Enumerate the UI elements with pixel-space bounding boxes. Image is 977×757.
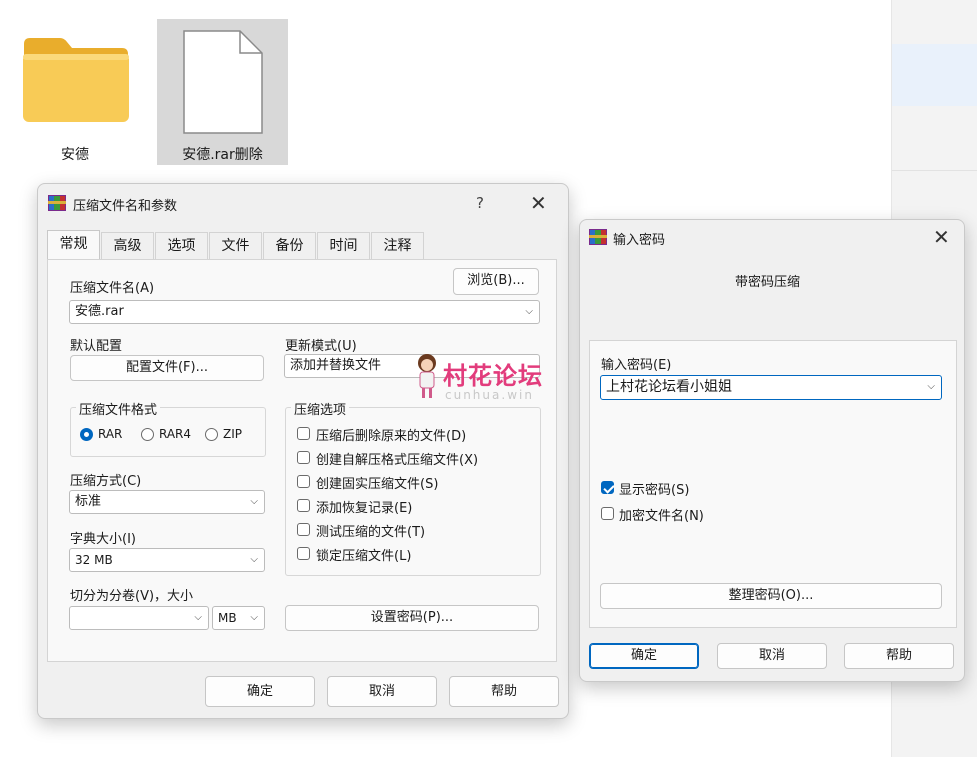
profiles-button[interactable]: 配置文件(F)... <box>70 355 264 381</box>
option-lock-checkbox[interactable] <box>297 547 310 560</box>
chevron-down-icon[interactable]: ⌵ <box>250 491 258 513</box>
dictionary-size-select[interactable]: 32 MB ⌵ <box>69 548 265 572</box>
password-dialog-title: 输入密码 <box>613 233 666 248</box>
help-button[interactable]: 帮助 <box>449 676 559 707</box>
tab-advanced[interactable]: 高级 <box>101 232 154 259</box>
split-volumes-label: 切分为分卷(V)，大小 <box>70 589 194 604</box>
desktop-folder-item[interactable]: 安德 <box>14 22 136 164</box>
password-cancel-button[interactable]: 取消 <box>717 643 827 669</box>
option-test-label: 测试压缩的文件(T) <box>316 525 426 540</box>
set-password-button[interactable]: 设置密码(P)... <box>285 605 539 631</box>
organize-passwords-button[interactable]: 整理密码(O)... <box>600 583 942 609</box>
watermark-subtext: cunhua.win <box>445 388 534 402</box>
default-profile-label: 默认配置 <box>70 339 123 354</box>
winrar-icon <box>589 229 607 245</box>
compression-method-label: 压缩方式(C) <box>70 474 142 489</box>
password-dialog-heading: 带密码压缩 <box>735 275 801 290</box>
compression-method-select[interactable]: 标准 ⌵ <box>69 490 265 514</box>
split-unit-select[interactable]: MB ⌵ <box>212 606 265 630</box>
winrar-icon <box>48 195 66 211</box>
option-test-checkbox[interactable] <box>297 523 310 536</box>
option-recovery-label: 添加恢复记录(E) <box>316 501 413 516</box>
show-password-label: 显示密码(S) <box>619 483 690 498</box>
watermark-text: 村花论坛 <box>443 362 543 390</box>
password-ok-button[interactable]: 确定 <box>589 643 699 669</box>
chevron-down-icon[interactable]: ⌵ <box>250 549 258 571</box>
password-help-button[interactable]: 帮助 <box>844 643 954 669</box>
chevron-down-icon[interactable]: ⌵ <box>194 607 202 629</box>
archive-name-input[interactable]: 安德.rar ⌵ <box>69 300 540 324</box>
chevron-down-icon[interactable]: ⌵ <box>525 301 533 323</box>
watermark-mascot-icon <box>412 352 442 402</box>
split-size-input[interactable]: ⌵ <box>69 606 209 630</box>
archive-format-title: 压缩文件格式 <box>76 399 161 418</box>
option-sfx-label: 创建自解压格式压缩文件(X) <box>316 453 479 468</box>
close-icon[interactable]: ✕ <box>530 191 547 215</box>
cancel-button[interactable]: 取消 <box>327 676 437 707</box>
chevron-down-icon[interactable]: ⌵ <box>927 376 935 398</box>
option-solid-label: 创建固实压缩文件(S) <box>316 477 439 492</box>
dictionary-size-label: 字典大小(I) <box>70 532 136 547</box>
format-rar4-radio[interactable] <box>141 428 154 441</box>
browse-button[interactable]: 浏览(B)... <box>453 268 539 295</box>
tab-options[interactable]: 选项 <box>155 232 208 259</box>
option-delete-after-checkbox[interactable] <box>297 427 310 440</box>
encrypt-filenames-checkbox[interactable] <box>601 507 614 520</box>
option-recovery-checkbox[interactable] <box>297 499 310 512</box>
archive-name-label: 压缩文件名(A) <box>70 281 155 296</box>
format-rar4-label: RAR4 <box>159 427 192 441</box>
ok-button[interactable]: 确定 <box>205 676 315 707</box>
password-value: 上村花论坛看小姐姐 <box>606 379 732 395</box>
dictionary-size-value: 32 MB <box>75 553 113 567</box>
option-delete-after-label: 压缩后删除原来的文件(D) <box>316 429 467 444</box>
option-sfx-checkbox[interactable] <box>297 451 310 464</box>
archive-name-value: 安德.rar <box>75 304 124 319</box>
show-password-checkbox[interactable] <box>601 481 614 494</box>
format-zip-radio[interactable] <box>205 428 218 441</box>
background-divider <box>892 170 977 171</box>
chevron-down-icon[interactable]: ⌵ <box>250 607 258 629</box>
option-solid-checkbox[interactable] <box>297 475 310 488</box>
folder-icon <box>23 38 129 122</box>
format-rar-label: RAR <box>98 427 123 441</box>
folder-label: 安德 <box>61 147 89 163</box>
format-zip-label: ZIP <box>223 427 242 441</box>
update-mode-value: 添加并替换文件 <box>290 358 382 373</box>
desktop-file-item[interactable]: 安德.rar删除 <box>157 19 288 165</box>
file-label: 安德.rar删除 <box>182 147 263 163</box>
dialog-title: 压缩文件名和参数 <box>73 199 178 214</box>
close-icon[interactable]: ✕ <box>933 225 950 249</box>
encrypt-filenames-label: 加密文件名(N) <box>619 509 704 524</box>
tab-backup[interactable]: 备份 <box>263 232 316 259</box>
split-unit-value: MB <box>218 611 237 625</box>
compression-options-title: 压缩选项 <box>291 399 350 418</box>
tab-time[interactable]: 时间 <box>317 232 370 259</box>
password-input[interactable]: 上村花论坛看小姐姐 ⌵ <box>600 375 942 400</box>
option-lock-label: 锁定压缩文件(L) <box>316 549 412 564</box>
file-icon <box>183 30 263 134</box>
tab-comment[interactable]: 注释 <box>371 232 424 259</box>
compression-method-value: 标准 <box>75 494 102 509</box>
tab-general[interactable]: 常规 <box>47 230 100 260</box>
format-rar-radio[interactable] <box>80 428 93 441</box>
background-highlight-band <box>892 44 977 106</box>
update-mode-label: 更新模式(U) <box>285 339 357 354</box>
help-title-button[interactable]: ? <box>476 194 484 212</box>
password-label: 输入密码(E) <box>601 358 672 373</box>
tab-files[interactable]: 文件 <box>209 232 262 259</box>
